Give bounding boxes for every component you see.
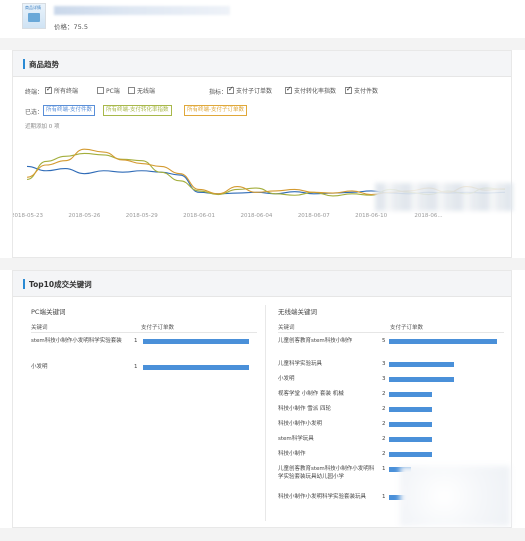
keyword-text[interactable]: 视客学堂 小制作 套装 机械 [278, 390, 376, 398]
x-tick-label: 2018-06-04 [240, 213, 272, 219]
keyword-count: 1 [382, 466, 386, 472]
x-tick-label: 2018-05-26 [68, 213, 100, 219]
metric-option-label: 支付件数 [354, 88, 379, 95]
column-divider [265, 305, 266, 521]
selected-tag-orders[interactable]: 所有终端-支付子订单数 [184, 105, 247, 116]
trend-line-chart[interactable]: 2018-05-23 2018-05-26 2018-05-29 2018-06-01… [13, 123, 513, 231]
keyword-text[interactable]: 科技小制作小发明 [278, 420, 376, 428]
metric-option-conversion[interactable]: 支付转化率指数 [285, 85, 337, 95]
keyword-count: 5 [382, 338, 386, 344]
keyword-bar [389, 452, 433, 457]
section-gap [0, 528, 525, 541]
checkbox-icon[interactable] [128, 87, 135, 94]
mobile-header-divider [278, 332, 504, 333]
keyword-text[interactable]: stem科学玩具 [278, 435, 376, 443]
mobile-col-count: 支付子订单数 [390, 325, 424, 331]
keyword-bar [389, 422, 433, 427]
keyword-bar [143, 365, 249, 370]
keyword-count: 3 [382, 376, 386, 382]
keyword-bar [389, 339, 497, 344]
keyword-count: 2 [382, 451, 386, 457]
selected-label: 已选： [25, 109, 44, 116]
x-tick-label: 2018-06-10 [355, 213, 387, 219]
product-thumbnail[interactable]: 商品详情 [22, 3, 46, 29]
redacted-corner [400, 466, 510, 526]
keyword-bar [389, 392, 433, 397]
terminal-option-all[interactable]: 所有终端 [45, 85, 79, 95]
thumbnail-caption: 商品详情 [25, 5, 41, 10]
keyword-count: 2 [382, 436, 386, 442]
keyword-text[interactable]: 小发明 [278, 375, 376, 383]
keyword-count: 1 [134, 338, 138, 344]
checkbox-icon[interactable] [227, 85, 234, 94]
x-tick-label: 2018-06... [414, 213, 442, 219]
keyword-text[interactable]: 儿童创客教育stem科技小制作小发明科学实验套装玩具幼儿园小学 [278, 465, 376, 481]
pc-header-divider [31, 332, 257, 333]
chart-redacted-area [375, 183, 513, 211]
keyword-text[interactable]: 科技小制作 雪派 四轮 [278, 405, 376, 413]
keyword-count: 2 [382, 421, 386, 427]
pc-col-count: 支付子订单数 [141, 325, 175, 331]
x-tick-label: 2018-06-07 [298, 213, 330, 219]
keywords-panel-header: Top10成交关键词 [13, 271, 511, 297]
keyword-text[interactable]: 小发明 [31, 363, 128, 371]
keyword-count: 2 [382, 391, 386, 397]
section-gap [0, 258, 525, 270]
keyword-bar [389, 362, 454, 367]
x-tick-label: 2018-05-23 [13, 213, 43, 219]
mobile-keywords-title: 无线端关键词 [278, 308, 317, 316]
keyword-count: 3 [382, 361, 386, 367]
pc-col-keyword: 关键词 [31, 325, 48, 331]
keyword-bar [143, 339, 249, 344]
trend-panel-header: 商品趋势 [13, 51, 511, 77]
header-accent-bar [23, 279, 25, 289]
product-title-blurred [54, 6, 230, 15]
keyword-count: 1 [382, 494, 386, 500]
keyword-text[interactable]: 儿童科学实验玩具 [278, 360, 376, 368]
metric-option-pieces[interactable]: 支付件数 [345, 85, 379, 95]
keywords-panel-title: Top10成交关键词 [29, 280, 92, 289]
terminal-option-pc[interactable]: PC端 [97, 86, 120, 95]
x-tick-label: 2018-06-01 [183, 213, 215, 219]
terminal-option-mobile[interactable]: 无线端 [128, 86, 155, 95]
keyword-text[interactable]: 科技小制作小发明科学实验套装玩具 [278, 493, 376, 501]
metric-option-label: 支付转化率指数 [294, 88, 337, 95]
terminal-label: 终端： [25, 89, 44, 96]
keyword-bar [389, 407, 433, 412]
keyword-bar [389, 377, 454, 382]
keyword-count: 1 [134, 364, 138, 370]
checkbox-icon[interactable] [345, 85, 352, 94]
selected-tag-conversion[interactable]: 所有终端-支付转化率指数 [103, 105, 172, 116]
checkbox-icon[interactable] [285, 85, 292, 94]
trend-panel: 商品趋势 终端： 所有终端 PC端 无线端 指标： 支付子订单数 支付转化率指数… [12, 50, 513, 258]
x-tick-label: 2018-05-29 [126, 213, 158, 219]
metric-label: 指标： [209, 89, 228, 96]
terminal-option-label: 所有终端 [54, 88, 79, 95]
keyword-text[interactable]: 儿童创客教育stem科技小制作 [278, 337, 376, 345]
checkbox-icon[interactable] [97, 87, 104, 94]
terminal-option-label: PC端 [106, 88, 120, 95]
product-price: 价格：75.5 [54, 23, 88, 31]
filter-row: 终端： 所有终端 PC端 无线端 指标： 支付子订单数 支付转化率指数 支付件数 [25, 85, 505, 99]
metric-option-orders[interactable]: 支付子订单数 [227, 85, 273, 95]
keyword-bar [389, 437, 433, 442]
checkbox-icon[interactable] [45, 85, 52, 94]
keyword-text[interactable]: 科技小制作 [278, 450, 376, 458]
mobile-col-keyword: 关键词 [278, 325, 295, 331]
metric-option-label: 支付子订单数 [236, 88, 273, 95]
section-gap [0, 38, 525, 50]
keyword-count: 2 [382, 406, 386, 412]
header-accent-bar [23, 59, 25, 69]
trend-panel-title: 商品趋势 [29, 60, 59, 69]
keyword-text[interactable]: stem科技小制作小发明科学实验套装 [31, 337, 128, 345]
pc-keywords-title: PC端关键词 [31, 308, 66, 316]
product-header: 商品详情 价格：75.5 [0, 0, 525, 38]
terminal-option-label: 无线端 [137, 88, 156, 95]
selected-tag-pieces[interactable]: 所有终端-支付件数 [43, 105, 95, 116]
